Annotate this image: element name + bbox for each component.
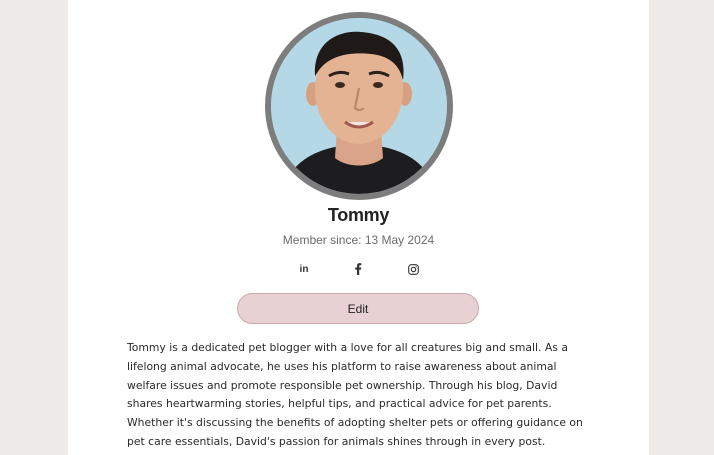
member-since-text: Member since: 13 May 2024	[282, 233, 435, 247]
facebook-link[interactable]	[350, 262, 366, 276]
linkedin-link[interactable]: in	[296, 262, 312, 276]
instagram-link[interactable]	[405, 262, 421, 276]
avatar-photo	[271, 18, 447, 194]
profile-card: Tommy Member since: 13 May 2024 in Edit …	[68, 0, 649, 455]
avatar	[265, 12, 453, 200]
edit-button[interactable]: Edit	[237, 293, 479, 324]
profile-name: Tommy	[327, 205, 390, 225]
facebook-icon	[355, 263, 362, 275]
linkedin-icon: in	[299, 263, 309, 275]
instagram-icon	[407, 263, 419, 275]
profile-bio: Tommy is a dedicated pet blogger with a …	[127, 341, 583, 448]
